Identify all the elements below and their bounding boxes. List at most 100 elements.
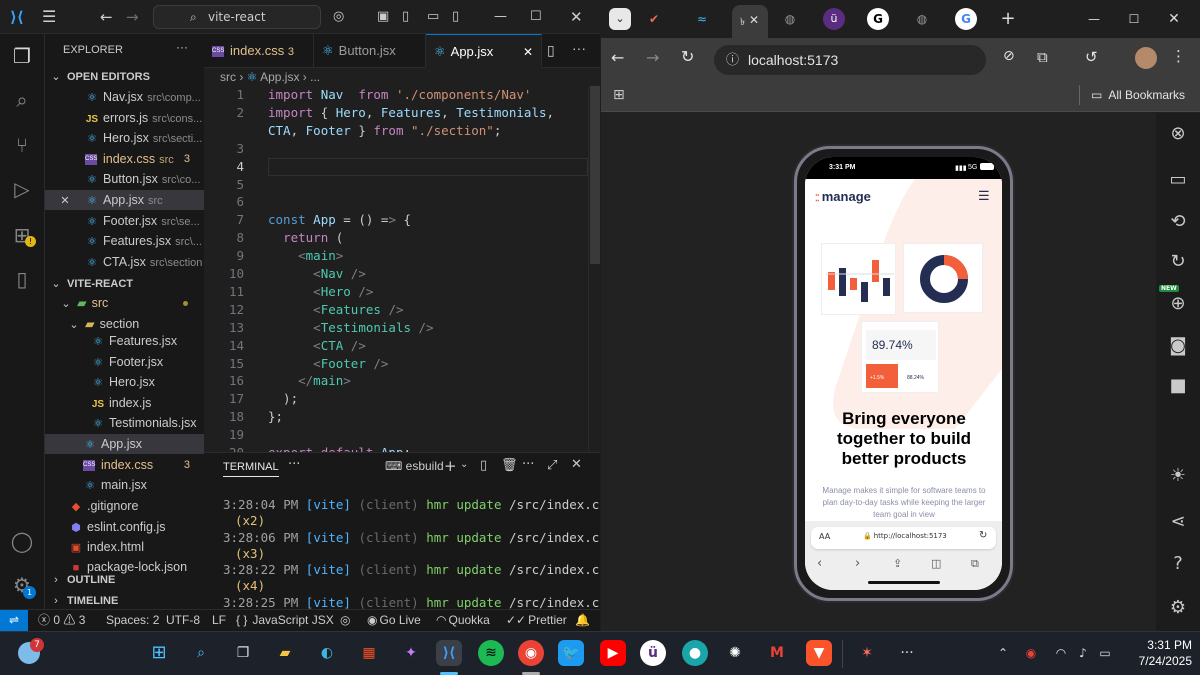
start-windows-icon[interactable]: ⊞ — [146, 640, 172, 666]
outline-header[interactable]: › OUTLINE — [45, 569, 204, 589]
site-info-icon[interactable]: ⓘ — [726, 45, 739, 75]
tree-file-item[interactable]: ⚛ Footer.jsx — [45, 352, 204, 372]
browser-forward-icon[interactable]: → — [646, 48, 659, 67]
rotate-device-icon[interactable]: ↻ — [1156, 251, 1200, 272]
tree-file-item[interactable]: ⚛ Testimonials.jsx — [45, 413, 204, 433]
tab-close-icon[interactable]: ✕ — [523, 35, 533, 69]
youtube-icon[interactable]: ▶ — [600, 640, 626, 666]
more-actions-icon[interactable]: ··· — [176, 40, 188, 54]
copilot-status-icon[interactable]: ◎ — [340, 610, 350, 631]
all-bookmarks-link[interactable]: ▭ All Bookmarks — [1091, 88, 1185, 102]
kill-terminal-icon[interactable]: 🗑 — [501, 458, 518, 473]
gmail-icon[interactable]: M — [764, 640, 790, 666]
editor-scrollbar[interactable] — [588, 86, 600, 452]
open-editor-item[interactable]: ⚛ CTA.jsx src\section — [45, 252, 204, 272]
open-editor-item[interactable]: ⚛ Button.jsx src\co... — [45, 169, 204, 189]
chrome-icon[interactable]: ◉ — [518, 640, 544, 666]
source-control-icon[interactable]: ⑂ — [10, 133, 34, 157]
new-tab-icon[interactable]: + — [997, 8, 1019, 30]
tree-file-item[interactable]: ⚛ main.jsx — [45, 475, 204, 495]
app-teal-icon[interactable]: ● — [682, 640, 708, 666]
notifications-bell-icon[interactable]: 🔔 — [575, 610, 590, 631]
tab-search-icon[interactable]: ⌄ — [609, 8, 631, 30]
safari-reload-icon[interactable]: ↻ — [979, 530, 987, 541]
profile-avatar[interactable] — [1135, 47, 1157, 69]
breadcrumb-file[interactable]: App.jsx — [260, 70, 299, 84]
tab-globe-favicon[interactable]: ◍ — [779, 8, 801, 30]
terminal-actions-icon[interactable]: ··· — [522, 457, 534, 472]
forward-arrow-icon[interactable]: → — [126, 8, 139, 26]
tab-index-css[interactable]: CSS index.css 3 — [204, 34, 314, 68]
tab-button-jsx[interactable]: ⚛ Button.jsx — [314, 34, 426, 68]
copilot-icon[interactable]: ◎ — [333, 8, 344, 26]
back-arrow-icon[interactable]: ← — [100, 8, 113, 26]
new-terminal-icon[interactable]: + — [444, 457, 457, 475]
emulator-settings-icon[interactable]: ⚙ — [1156, 597, 1200, 618]
quokka-status[interactable]: ◠ Quokka — [436, 610, 490, 631]
taskbar-search-icon[interactable]: ⌕ — [188, 640, 214, 666]
open-editor-item[interactable]: ✕ ⚛ App.jsx src — [45, 190, 204, 210]
spotify-icon[interactable]: ≋ — [478, 640, 504, 666]
tab-close-icon[interactable]: ✕ — [749, 13, 759, 27]
tab-udemy-favicon[interactable]: ü — [823, 8, 845, 30]
brightness-icon[interactable]: ☀ — [1156, 465, 1200, 486]
eol-status[interactable]: LF — [212, 610, 226, 631]
split-terminal-icon[interactable]: ▯ — [480, 458, 487, 473]
minimize-icon[interactable]: — — [494, 8, 507, 26]
terminal-tab[interactable]: TERMINAL — [223, 461, 279, 477]
tab-github-favicon[interactable]: G — [867, 8, 889, 30]
share-icon[interactable]: ⋖ — [1156, 511, 1200, 532]
close-emulator-icon[interactable]: ⊗ — [1156, 123, 1200, 144]
tray-chevron-icon[interactable]: ⌃ — [990, 640, 1016, 666]
safari-address-bar[interactable]: AA 🔒 http://localhost:5173 ↻ — [811, 527, 996, 549]
remote-indicator-icon[interactable]: ⇌ — [0, 610, 28, 631]
safari-forward-icon[interactable]: › — [855, 556, 860, 571]
encoding-status[interactable]: UTF-8 — [166, 610, 200, 631]
tab-checkmark-favicon[interactable]: ✔ — [643, 8, 665, 30]
tree-file-item[interactable]: ▣ index.html — [45, 537, 204, 557]
browser-close-icon[interactable]: ✕ — [1163, 8, 1185, 30]
tree-file-item[interactable]: JS index.js — [45, 393, 204, 413]
screenshot-icon[interactable]: ◙ — [1156, 335, 1200, 356]
tab-globe2-favicon[interactable]: ◍ — [911, 8, 933, 30]
extension-icon[interactable]: ⊘ — [1003, 48, 1015, 64]
active-tab[interactable]: ৳ ✕ — [732, 5, 768, 38]
editor-more-icon[interactable]: ··· — [572, 40, 586, 56]
language-status[interactable]: { } JavaScript JSX — [236, 610, 334, 631]
explorer-icon[interactable]: ❐ — [10, 44, 34, 68]
toggle-panel-icon[interactable]: ▭ — [427, 8, 439, 26]
reload-icon[interactable]: ↻ — [681, 47, 694, 66]
account-icon[interactable]: ◯ — [10, 529, 34, 553]
tree-file-item[interactable]: ⚛ App.jsx — [45, 434, 204, 454]
history-icon[interactable]: ↺ — [1085, 48, 1098, 66]
split-editor-icon[interactable]: ▯ — [547, 42, 555, 59]
terminal-more-icon[interactable]: ··· — [288, 457, 300, 472]
help-icon[interactable]: ? — [1156, 553, 1200, 574]
rotate-icon[interactable]: ⟲ — [1156, 211, 1200, 232]
safari-tabs-icon[interactable]: ⧉ — [971, 557, 979, 571]
browser-maximize-icon[interactable]: ☐ — [1123, 8, 1145, 30]
open-editor-item[interactable]: ⚛ Nav.jsx src\comp... — [45, 87, 204, 107]
hamburger-menu-icon[interactable]: ☰ — [978, 188, 990, 204]
safari-back-icon[interactable]: ‹ — [817, 556, 822, 571]
browser-minimize-icon[interactable]: — — [1083, 8, 1105, 30]
tree-file-item[interactable]: ⚛ Features.jsx — [45, 331, 204, 351]
problems-status[interactable]: ⓧ 0 ⚠ 3 — [38, 610, 85, 631]
folder-src[interactable]: ⌄ ▰ src — [45, 293, 204, 313]
browser-back-icon[interactable]: ← — [611, 48, 624, 67]
maximize-panel-icon[interactable]: ⤢ — [547, 458, 557, 473]
open-editor-item[interactable]: ⚛ Features.jsx src\... — [45, 231, 204, 251]
prettier-status[interactable]: ✓✓ Prettier — [506, 610, 567, 631]
open-editor-item[interactable]: CSS index.css src 3 — [45, 149, 204, 169]
tray-app-icon[interactable]: ◉ — [1018, 640, 1044, 666]
golive-status[interactable]: ◉ Go Live — [367, 610, 421, 631]
timeline-header[interactable]: › TIMELINE — [45, 590, 204, 609]
run-debug-icon[interactable]: ▷ — [10, 177, 34, 201]
tab-google-favicon[interactable]: G — [955, 8, 977, 30]
tree-file-item[interactable]: ⚛ Hero.jsx — [45, 372, 204, 392]
brave-icon[interactable]: ▼ — [806, 640, 832, 666]
toggle-sidebar-icon[interactable]: ▯ — [402, 8, 409, 26]
twitter-icon[interactable]: 🐦 — [558, 640, 584, 666]
udemy-app-icon[interactable]: ü — [640, 640, 666, 666]
project-header[interactable]: ⌄ VITE-REACT — [45, 273, 204, 293]
